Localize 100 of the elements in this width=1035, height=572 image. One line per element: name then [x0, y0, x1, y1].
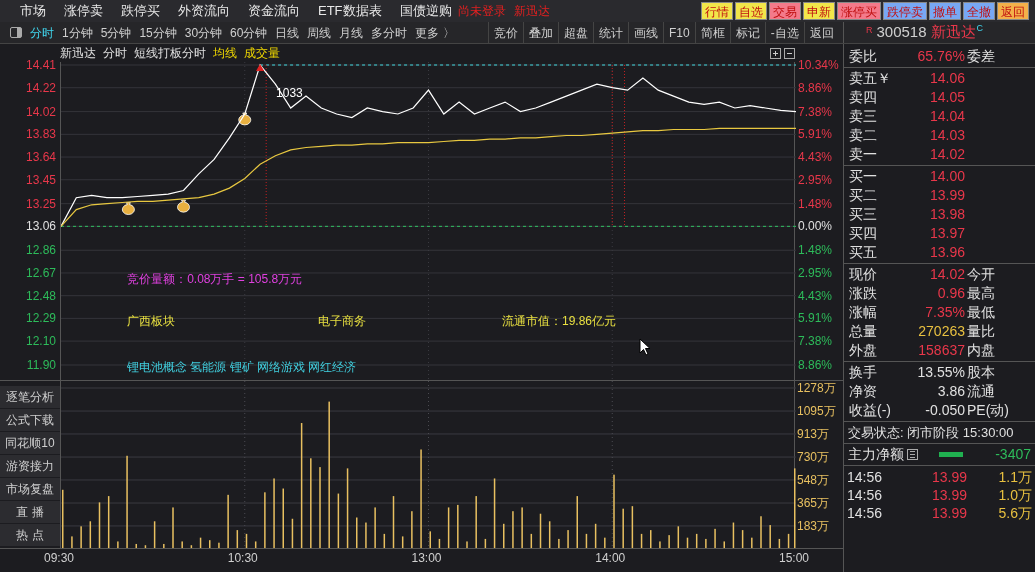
panel-toggle-icon[interactable]	[10, 27, 22, 38]
axis-label: 2.95%	[798, 266, 833, 279]
info-text: 竞价量额：0.08万手 = 105.8万元	[127, 273, 303, 286]
volume-bar	[392, 496, 395, 549]
field-label: 卖五￥	[849, 69, 892, 88]
field-value: 65.76%	[916, 47, 965, 66]
toolbar-button[interactable]: 申新	[803, 2, 835, 20]
volume-bar	[539, 513, 542, 549]
tick-time: 14:56	[847, 504, 884, 521]
axis-label: 10:30	[227, 552, 258, 564]
volume-bar	[107, 496, 110, 549]
menu-item[interactable]: 国债逆购	[399, 1, 452, 21]
field-value: 14.03	[928, 126, 965, 145]
flow-bar	[939, 452, 963, 457]
field-value: 270263	[917, 322, 965, 341]
side-button[interactable]: 同花顺10	[0, 432, 60, 454]
volume-bar	[236, 530, 239, 549]
volume-bar	[447, 507, 450, 549]
axis-label: 913万	[797, 427, 830, 440]
field-label: 卖二	[849, 126, 878, 145]
volume-bar	[631, 506, 634, 549]
field-label: 卖三	[849, 107, 878, 126]
field-label: 净资	[849, 382, 878, 401]
field-label: 主力净额	[848, 445, 904, 464]
menu-item[interactable]: 市场	[20, 1, 46, 21]
menu-item[interactable]: 跌停买	[121, 1, 160, 21]
side-button[interactable]: 热 点	[0, 524, 60, 546]
axis-label: 12.48	[25, 289, 56, 302]
axis-label: 12.86	[25, 244, 56, 257]
menu-item[interactable]: 资金流向	[248, 1, 300, 21]
volume-bar	[677, 526, 680, 549]
menu-item[interactable]: 外资流向	[178, 1, 230, 21]
axis-label: 09:30	[44, 552, 75, 564]
volume-bar	[383, 533, 386, 549]
tool-button[interactable]: 画线	[628, 22, 663, 43]
tool-button[interactable]: 返回	[803, 22, 839, 43]
axis-label: 14.22	[25, 81, 56, 94]
period-tab[interactable]: 60分钟	[230, 23, 268, 42]
zoom-in-icon[interactable]	[770, 47, 781, 59]
toolbar-button[interactable]: 行情	[701, 2, 733, 20]
field-value: 158637	[917, 341, 965, 360]
side-button[interactable]: 逐笔分析	[0, 386, 60, 408]
period-tab[interactable]: 更多 〉	[415, 23, 455, 42]
volume-bar	[778, 538, 781, 549]
axis-label: 365万	[797, 497, 830, 509]
field-label: 买一	[849, 167, 878, 186]
axis-label: 7.38%	[798, 335, 833, 348]
field-label: 委差	[967, 47, 995, 66]
period-tab[interactable]: 15分钟	[139, 23, 177, 42]
tool-button[interactable]: 叠加	[523, 22, 558, 43]
period-tab[interactable]: 1分钟	[62, 23, 93, 42]
side-button[interactable]: 直 播	[0, 501, 60, 523]
axis-label: 12.10	[25, 335, 56, 348]
volume-bar	[254, 541, 257, 549]
field-value: 13.96	[928, 243, 965, 262]
axis-label: 1.48%	[798, 197, 833, 210]
axis-label: 5.91%	[798, 312, 833, 325]
period-tab[interactable]: 30分钟	[184, 23, 223, 42]
period-tab[interactable]: 5分钟	[100, 23, 132, 42]
field-value: 14.02	[928, 145, 965, 164]
period-tab[interactable]: 月线	[339, 23, 364, 42]
field-value: 14.04	[928, 107, 965, 126]
zoom-out-icon[interactable]	[784, 47, 795, 59]
tool-button[interactable]: 竞价	[488, 22, 523, 43]
status-text: 交易状态: 闭市阶段 15:30:00	[844, 422, 1035, 444]
money-bag-icon	[177, 199, 190, 213]
toolbar-button[interactable]: 自选	[735, 2, 767, 20]
volume-bar	[98, 502, 101, 549]
tool-button[interactable]: F10	[663, 22, 695, 43]
side-button[interactable]: 公式下载	[0, 409, 60, 431]
chart-label: 成交量	[244, 45, 280, 62]
tool-button[interactable]: 标记	[729, 22, 765, 43]
field-label: 收益(-)	[849, 401, 892, 420]
period-tab[interactable]: 周线	[307, 23, 332, 42]
side-button[interactable]: 市场复盘	[0, 478, 60, 500]
axis-label: 7.38%	[798, 105, 833, 118]
axis-label: 13.45	[25, 173, 56, 186]
field-label: 买五	[849, 243, 878, 262]
period-tab[interactable]: 多分时	[371, 23, 408, 42]
tool-button[interactable]: 统计	[593, 22, 628, 43]
side-button[interactable]: 游资接力	[0, 455, 60, 477]
volume-bar	[199, 537, 202, 549]
axis-label: 14.41	[25, 59, 56, 71]
field-label: 最高	[967, 284, 995, 303]
axis-label: 8.86%	[798, 359, 833, 371]
volume-bar	[640, 533, 643, 549]
chart-label: 均线	[213, 45, 237, 62]
tool-button[interactable]: -自选	[764, 22, 804, 43]
period-tab[interactable]: 分时	[30, 23, 54, 42]
menu-item[interactable]: ETF数据表	[318, 1, 382, 21]
period-tab[interactable]: 日线	[275, 23, 300, 42]
chart-label: 新迅达	[60, 45, 96, 62]
axis-label: 13.25	[25, 197, 56, 210]
tool-button[interactable]: 超盘	[558, 22, 593, 43]
axis-label: 5.91%	[798, 128, 833, 141]
menu-item[interactable]: 涨停卖	[64, 1, 103, 21]
tool-button[interactable]: 简框	[694, 22, 730, 43]
stock-name: 新迅达	[513, 3, 550, 20]
list-icon[interactable]	[907, 449, 918, 460]
field-label: 涨幅	[849, 303, 878, 322]
